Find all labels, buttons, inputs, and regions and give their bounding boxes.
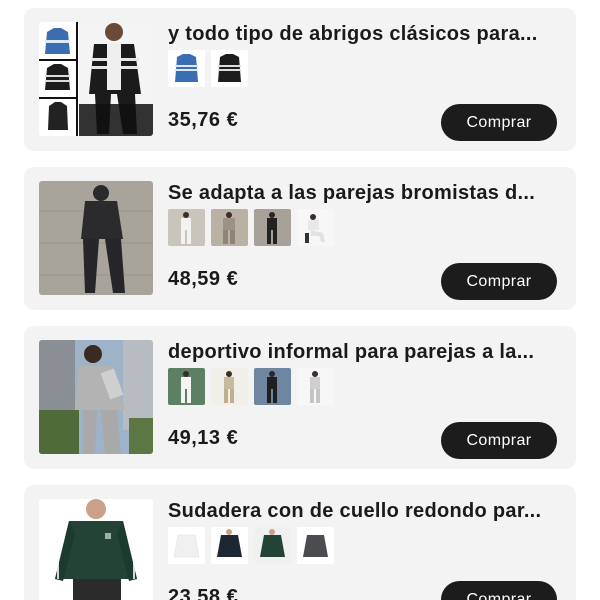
product-card[interactable]: y todo tipo de abrigos clásicos para... … (24, 8, 576, 151)
variant-thumbnail[interactable] (168, 527, 205, 564)
product-price: 49,13 € (168, 427, 239, 449)
product-title[interactable]: Se adapta a las parejas bromistas d... (168, 179, 560, 207)
product-card[interactable]: Sudadera con de cuello redondo par... 23… (24, 485, 576, 600)
product-title[interactable]: deportivo informal para parejas a la... (168, 338, 560, 366)
product-price: 48,59 € (168, 268, 239, 290)
variant-thumbnail[interactable] (168, 368, 205, 405)
variant-thumbnail[interactable] (211, 368, 248, 405)
buy-button[interactable]: Comprar (441, 422, 557, 459)
variant-list (168, 527, 334, 564)
product-card[interactable]: deportivo informal para parejas a la... … (24, 326, 576, 469)
product-card[interactable]: Se adapta a las parejas bromistas d... 4… (24, 167, 576, 310)
variant-thumbnail[interactable] (211, 50, 248, 87)
product-title[interactable]: Sudadera con de cuello redondo par... (168, 497, 560, 525)
variant-thumbnail[interactable] (254, 368, 291, 405)
product-image[interactable] (39, 499, 153, 600)
variant-thumbnail[interactable] (297, 368, 334, 405)
buy-button[interactable]: Comprar (441, 263, 557, 300)
variant-thumbnail[interactable] (211, 527, 248, 564)
variant-thumbnail[interactable] (168, 209, 205, 246)
variant-thumbnail[interactable] (254, 209, 291, 246)
product-price: 35,76 € (168, 109, 239, 131)
variant-thumbnail[interactable] (211, 209, 248, 246)
product-image[interactable] (39, 181, 153, 295)
variant-list (168, 50, 248, 87)
variant-thumbnail[interactable] (254, 527, 291, 564)
variant-thumbnail[interactable] (297, 209, 334, 246)
variant-thumbnail[interactable] (168, 50, 205, 87)
variant-list (168, 209, 334, 246)
product-image[interactable] (39, 22, 153, 136)
variant-list (168, 368, 334, 405)
buy-button[interactable]: Comprar (441, 104, 557, 141)
product-title[interactable]: y todo tipo de abrigos clásicos para... (168, 20, 560, 48)
product-image[interactable] (39, 340, 153, 454)
product-price: 23,58 € (168, 586, 239, 600)
variant-thumbnail[interactable] (297, 527, 334, 564)
buy-button[interactable]: Comprar (441, 581, 557, 600)
